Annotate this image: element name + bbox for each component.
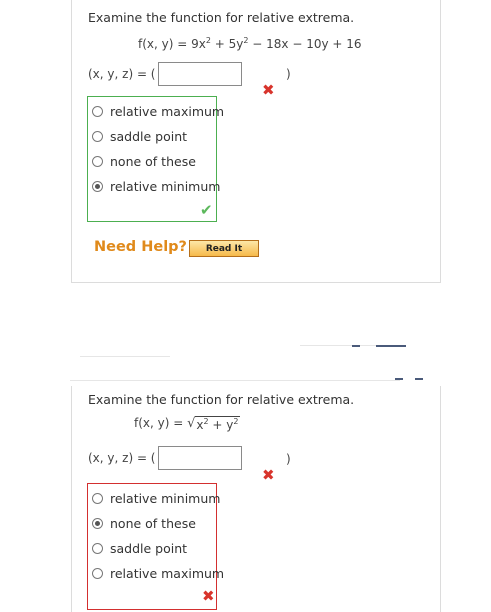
problem-1-answer-input[interactable] (157, 62, 242, 86)
divider (415, 378, 423, 380)
radio-icon[interactable] (92, 156, 103, 167)
answer-label: (x, y, z) = ( (88, 451, 156, 465)
check-mark-icon: ✔ (200, 201, 213, 219)
radio-selected-icon[interactable] (92, 181, 103, 192)
option-relative-minimum[interactable]: relative minimum (92, 491, 220, 506)
option-none-of-these[interactable]: none of these (92, 154, 196, 169)
need-help-label: Need Help? (94, 239, 187, 255)
problem-2-answer-input[interactable] (157, 446, 242, 470)
option-saddle-point[interactable]: saddle point (92, 129, 187, 144)
radio-icon[interactable] (92, 106, 103, 117)
problem-1-panel: Examine the function for relative extrem… (71, 0, 441, 283)
radio-icon[interactable] (92, 493, 103, 504)
problem-1-answer-row: (x, y, z) = ( (88, 62, 242, 86)
option-none-of-these[interactable]: none of these (92, 516, 196, 531)
sqrt-symbol: √ x2 + y2 (187, 416, 240, 432)
problem-1-prompt: Examine the function for relative extrem… (88, 10, 355, 25)
problem-1-function: f(x, y) = 9x2 + 5y2 − 18x − 10y + 16 (138, 36, 362, 51)
divider (376, 345, 406, 347)
problem-2-function: f(x, y) = √ x2 + y2 (134, 416, 240, 432)
x-mark-icon: ✖ (262, 81, 275, 99)
answer-label: (x, y, z) = ( (88, 67, 156, 81)
divider (352, 345, 360, 347)
option-relative-maximum[interactable]: relative maximum (92, 104, 224, 119)
problem-2-panel: Examine the function for relative extrem… (71, 386, 441, 612)
x-mark-icon: ✖ (202, 587, 215, 605)
radio-selected-icon[interactable] (92, 518, 103, 529)
option-relative-maximum[interactable]: relative maximum (92, 566, 224, 581)
x-mark-icon: ✖ (262, 466, 275, 484)
close-paren: ) (286, 452, 291, 466)
divider (395, 378, 403, 380)
radio-icon[interactable] (92, 543, 103, 554)
problem-2-answer-row: (x, y, z) = ( (88, 446, 242, 470)
problem-2-prompt: Examine the function for relative extrem… (88, 392, 355, 407)
option-relative-minimum[interactable]: relative minimum (92, 179, 220, 194)
radio-icon[interactable] (92, 131, 103, 142)
option-saddle-point[interactable]: saddle point (92, 541, 187, 556)
divider (300, 345, 380, 346)
divider (70, 380, 400, 381)
close-paren: ) (286, 67, 291, 81)
radio-icon[interactable] (92, 568, 103, 579)
problem-2-choice-box: relative minimum none of these saddle po… (87, 483, 224, 610)
read-it-button[interactable]: Read It (189, 240, 259, 257)
problem-1-choice-box: relative maximum saddle point none of th… (87, 96, 224, 222)
divider (80, 356, 170, 357)
